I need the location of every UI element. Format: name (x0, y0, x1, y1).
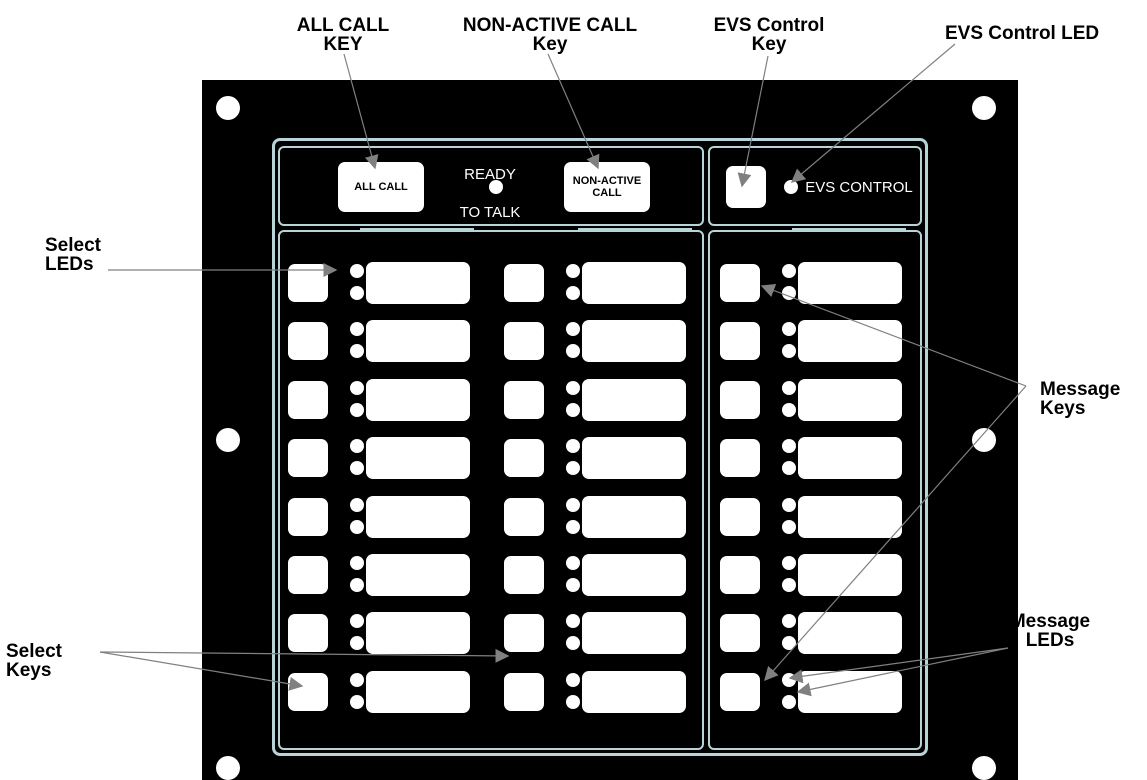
leader-select-keys-middle (99, 648, 510, 663)
leader-message-leds-bottom (796, 647, 1009, 697)
leader-evs-control-led (790, 43, 956, 183)
leader-message-keys-bottom (764, 385, 1027, 682)
callout-leaders (99, 43, 1027, 697)
leader-message-leds-top (788, 647, 1009, 684)
leader-all-call-key (343, 53, 379, 170)
leader-message-keys-top (760, 283, 1027, 387)
leader-select-keys-bottom (99, 651, 304, 691)
leader-non-active-call-key (547, 53, 600, 170)
leader-evs-control-key (737, 55, 769, 188)
